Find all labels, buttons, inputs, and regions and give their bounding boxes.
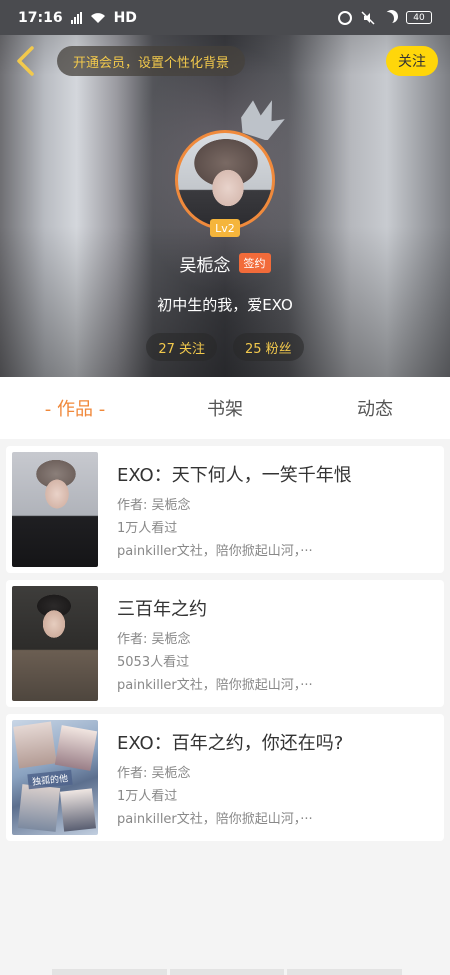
work-tags: painkiller文社，陪你掀起山河，··· <box>117 811 313 827</box>
tab-works[interactable]: - 作品 - <box>0 395 150 421</box>
work-tags: painkiller文社，陪你掀起山河，··· <box>117 543 313 559</box>
work-title: EXO：百年之约，你还在吗? <box>117 732 344 754</box>
profile-tabs: - 作品 - 书架 动态 <box>0 377 450 439</box>
work-author: 作者: 吴栀念 <box>117 765 191 781</box>
mute-icon <box>361 10 375 25</box>
tab-activity[interactable]: 动态 <box>300 395 450 421</box>
stats-row: 27 关注 25 粉丝 <box>0 333 450 361</box>
book-cover <box>12 586 98 701</box>
work-card[interactable]: EXO：天下何人，一笑千年恨 作者: 吴栀念 1万人看过 painkiller文… <box>6 446 444 573</box>
bottom-edge <box>52 969 403 975</box>
status-bar: 17:16 HD 40 <box>0 0 450 35</box>
book-cover: 独孤的他 <box>12 720 98 835</box>
profile-header: 17:16 HD 40 开通会员，设置个性化背景 关注 Lv2 吴栀念 签约 初… <box>0 0 450 377</box>
work-card[interactable]: 独孤的他 EXO：百年之约，你还在吗? 作者: 吴栀念 1万人看过 painki… <box>6 714 444 841</box>
data-saver-icon <box>338 10 352 25</box>
cover-title-text: 独孤的他 <box>27 769 73 790</box>
work-info: 三百年之约 作者: 吴栀念 5053人看过 painkiller文社，陪你掀起山… <box>98 595 444 693</box>
back-button[interactable] <box>10 44 40 78</box>
avatar[interactable] <box>175 130 275 230</box>
follow-button[interactable]: 关注 <box>386 46 438 76</box>
work-title: EXO：天下何人，一笑千年恨 <box>117 464 352 486</box>
battery-icon: 40 <box>406 11 432 24</box>
chevron-left-icon <box>17 46 34 76</box>
works-list: EXO：天下何人，一笑千年恨 作者: 吴栀念 1万人看过 painkiller文… <box>0 439 450 975</box>
vip-background-banner[interactable]: 开通会员，设置个性化背景 <box>57 46 245 76</box>
following-count[interactable]: 27 关注 <box>146 333 217 361</box>
network-type: HD <box>113 9 137 26</box>
work-title: 三百年之约 <box>117 598 207 620</box>
tab-bookshelf[interactable]: 书架 <box>150 395 300 421</box>
work-views: 1万人看过 <box>117 788 178 804</box>
name-row: 吴栀念 签约 <box>0 251 450 276</box>
work-info: EXO：百年之约，你还在吗? 作者: 吴栀念 1万人看过 painkiller文… <box>98 729 444 827</box>
work-views: 1万人看过 <box>117 520 178 536</box>
username: 吴栀念 <box>179 255 231 276</box>
work-info: EXO：天下何人，一笑千年恨 作者: 吴栀念 1万人看过 painkiller文… <box>98 461 444 559</box>
status-right: 40 <box>338 10 432 25</box>
work-card[interactable]: 三百年之约 作者: 吴栀念 5053人看过 painkiller文社，陪你掀起山… <box>6 580 444 707</box>
status-time: 17:16 <box>18 9 63 26</box>
signed-author-badge: 签约 <box>238 253 271 273</box>
do-not-disturb-icon <box>381 12 394 25</box>
user-bio: 初中生的我，爱EXO <box>157 296 293 314</box>
level-badge: Lv2 <box>210 219 240 237</box>
work-author: 作者: 吴栀念 <box>117 631 191 647</box>
work-tags: painkiller文社，陪你掀起山河，··· <box>117 677 313 693</box>
signal-icon <box>70 11 82 24</box>
fans-count[interactable]: 25 粉丝 <box>233 333 304 361</box>
work-author: 作者: 吴栀念 <box>117 497 191 513</box>
book-cover <box>12 452 98 567</box>
work-views: 5053人看过 <box>117 654 190 670</box>
wifi-icon <box>90 12 105 23</box>
status-left: 17:16 HD <box>18 10 137 26</box>
